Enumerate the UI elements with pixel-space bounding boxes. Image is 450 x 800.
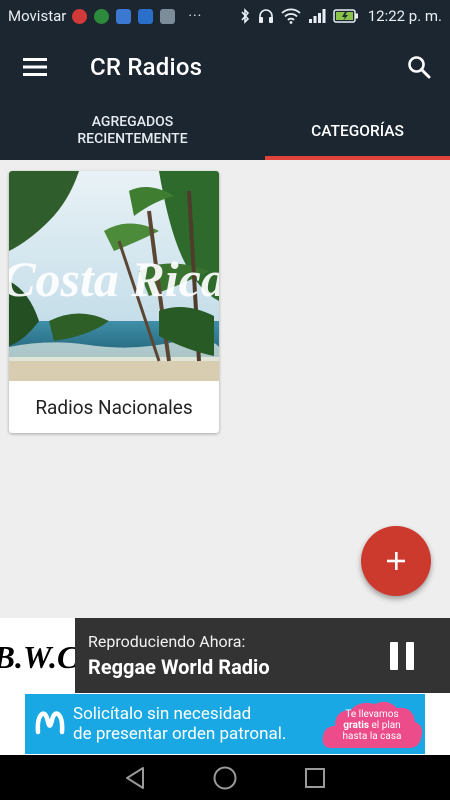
signal-icon bbox=[308, 9, 326, 23]
back-triangle-icon bbox=[126, 766, 144, 789]
app-title: CR Radios bbox=[90, 53, 203, 81]
notification-image-icon bbox=[160, 8, 176, 24]
pause-icon-bar bbox=[406, 641, 414, 670]
carrier-label: Movistar bbox=[8, 7, 67, 25]
search-button[interactable] bbox=[388, 36, 450, 98]
notification-icons: ··· bbox=[72, 8, 202, 24]
category-image: Costa Rica bbox=[9, 171, 219, 381]
tab-categories[interactable]: CATEGORÍAS bbox=[265, 102, 450, 160]
home-button[interactable] bbox=[205, 758, 245, 798]
back-button[interactable] bbox=[115, 758, 155, 798]
ad-banner[interactable]: Solicítalo sin necesidad de presentar or… bbox=[25, 694, 425, 754]
ad-cloud-bold: gratis bbox=[343, 720, 369, 731]
ad-area: Solicítalo sin necesidad de presentar or… bbox=[0, 693, 450, 755]
ad-line-1: Solicítalo sin necesidad bbox=[73, 704, 252, 724]
ad-line-2: de presentar orden patronal. bbox=[73, 724, 287, 744]
station-thumbnail: B.W.C bbox=[0, 618, 75, 693]
headphones-icon bbox=[258, 9, 273, 23]
status-bar: Movistar ··· 12:22 p. m. bbox=[0, 0, 450, 32]
notification-usb-icon bbox=[138, 8, 154, 24]
notification-shield-icon bbox=[116, 8, 132, 24]
recents-button[interactable] bbox=[295, 758, 335, 798]
tab-recently-added[interactable]: AGREGADOS RECIENTEMENTE bbox=[0, 102, 265, 160]
tab-bar: AGREGADOS RECIENTEMENTE CATEGORÍAS bbox=[0, 102, 450, 160]
image-overlay-text: Costa Rica bbox=[9, 251, 219, 307]
battery-charging-icon bbox=[332, 9, 358, 23]
hamburger-menu-icon bbox=[23, 58, 47, 76]
category-label: Radios Nacionales bbox=[35, 395, 193, 419]
category-card[interactable]: Costa Rica Radios Nacionales bbox=[9, 171, 219, 433]
add-button[interactable] bbox=[361, 526, 431, 596]
wifi-icon bbox=[281, 8, 301, 24]
recents-square-icon bbox=[305, 767, 325, 788]
ad-cloud-text: Te llevamos gratis el plan hasta la casa bbox=[327, 709, 417, 742]
now-playing-label: Reproduciendo Ahora: bbox=[88, 632, 246, 651]
now-playing-bar[interactable]: B.W.C Reproduciendo Ahora: Reggae World … bbox=[0, 618, 450, 693]
station-logo-text: B.W.C bbox=[0, 639, 75, 675]
ad-cloud-line-3: hasta la casa bbox=[342, 731, 402, 742]
movistar-logo-icon bbox=[35, 711, 65, 735]
search-icon bbox=[408, 56, 431, 79]
home-circle-icon bbox=[213, 766, 237, 789]
category-list: Costa Rica Radios Nacionales bbox=[0, 160, 450, 618]
more-notifications-icon: ··· bbox=[188, 8, 203, 24]
menu-button[interactable] bbox=[0, 32, 70, 102]
station-name: Reggae World Radio bbox=[88, 655, 270, 679]
bluetooth-icon bbox=[241, 8, 249, 24]
add-icon bbox=[387, 552, 405, 570]
notification-app-icon bbox=[72, 8, 88, 24]
pause-icon bbox=[390, 641, 398, 670]
app-bar: CR Radios bbox=[0, 32, 450, 102]
pause-button[interactable] bbox=[386, 636, 418, 676]
ad-cloud-line-2: el plan bbox=[371, 720, 401, 731]
clock: 12:22 p. m. bbox=[367, 7, 442, 25]
system-navigation-bar bbox=[0, 755, 450, 800]
notification-globe-icon bbox=[94, 8, 110, 24]
ad-cloud-line-1: Te llevamos bbox=[345, 709, 399, 720]
